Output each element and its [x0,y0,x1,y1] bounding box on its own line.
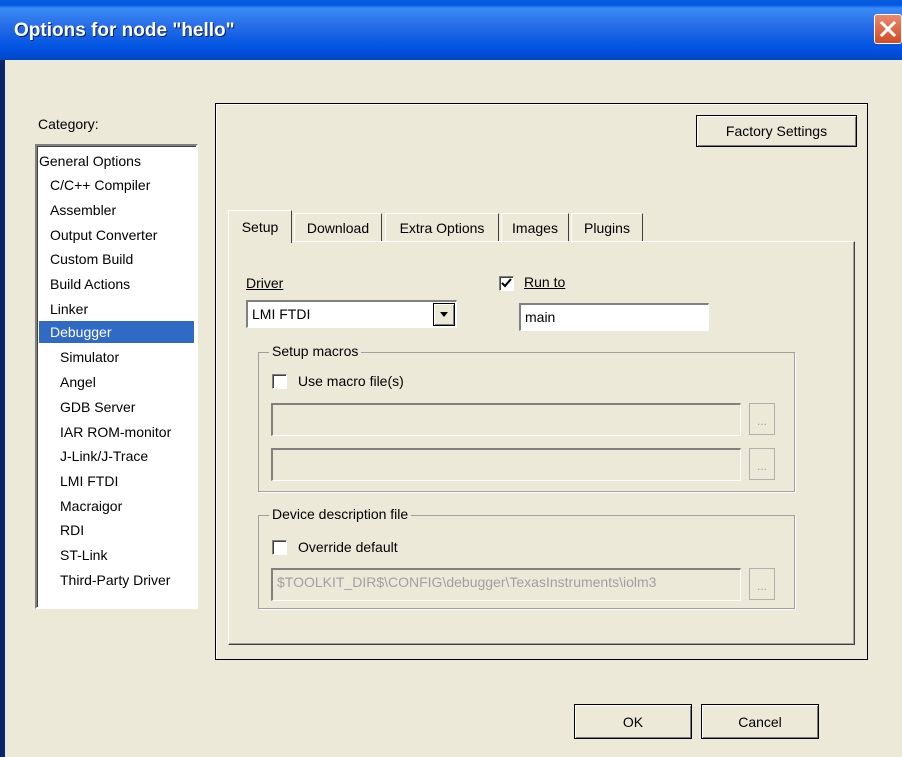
setup-macros-legend: Setup macros [269,343,362,359]
category-item-build-actions[interactable]: Build Actions [50,273,130,295]
category-item-linker[interactable]: Linker [50,298,88,320]
category-item-lmi-ftdi[interactable]: LMI FTDI [60,470,118,492]
driver-label: Driver [246,275,284,291]
override-default-label[interactable]: Override default [298,539,398,555]
driver-dropdown-button[interactable] [433,303,455,326]
category-item-iar-rom-monitor[interactable]: IAR ROM-monitor [60,421,171,443]
use-macro-label[interactable]: Use macro file(s) [298,373,404,389]
chevron-down-icon [440,312,448,317]
category-item-output-converter[interactable]: Output Converter [50,224,157,246]
category-item-rdi[interactable]: RDI [60,519,84,541]
macro-file-1-input[interactable] [271,403,741,436]
tab-extra-options[interactable]: Extra Options [385,213,499,241]
category-item-gdb-server[interactable]: GDB Server [60,396,135,418]
macro-file-2-input[interactable] [271,448,741,481]
tab-download[interactable]: Download [294,213,382,241]
ok-button[interactable]: OK [574,704,692,739]
device-description-input[interactable]: $TOOLKIT_DIR$\CONFIG\debugger\TexasInstr… [271,568,741,601]
checkmark-icon [501,278,512,288]
close-button[interactable] [874,14,902,44]
options-dialog: Options for node "hello" Category: Gener… [0,0,902,757]
tab-plugins[interactable]: Plugins [571,213,643,241]
category-item-c-compiler[interactable]: C/C++ Compiler [50,174,150,196]
close-icon [880,21,896,37]
category-item-third-party-driver[interactable]: Third-Party Driver [60,569,170,591]
category-item-debugger[interactable]: Debugger [39,321,194,343]
factory-settings-button[interactable]: Factory Settings [696,115,857,147]
use-macro-checkbox[interactable] [272,374,287,389]
category-item-st-link[interactable]: ST-Link [60,544,107,566]
category-item-j-link[interactable]: J-Link/J-Trace [60,445,148,467]
tab-images[interactable]: Images [501,213,569,241]
run-to-checkbox[interactable] [499,276,514,291]
override-default-checkbox[interactable] [272,540,287,555]
category-list[interactable]: General Options C/C++ Compiler Assembler… [35,144,198,609]
driver-select-value: LMI FTDI [252,306,311,322]
device-description-browse-button[interactable]: ... [749,568,775,600]
driver-select[interactable]: LMI FTDI [246,300,457,328]
category-item-simulator[interactable]: Simulator [60,346,119,368]
category-label: Category: [38,116,99,132]
category-item-general-options[interactable]: General Options [39,150,141,172]
tab-setup[interactable]: Setup [228,210,292,243]
title-bar[interactable]: Options for node "hello" [0,0,902,60]
category-item-assembler[interactable]: Assembler [50,199,116,221]
category-item-custom-build[interactable]: Custom Build [50,248,133,270]
device-description-legend: Device description file [269,506,412,522]
window-title: Options for node "hello" [14,20,235,41]
category-item-angel[interactable]: Angel [60,371,96,393]
cancel-button[interactable]: Cancel [701,704,819,739]
category-item-macraigor[interactable]: Macraigor [60,495,122,517]
run-to-input[interactable]: main [519,303,709,331]
run-to-label[interactable]: Run to [524,274,565,290]
macro-file-1-browse-button[interactable]: ... [749,403,775,435]
macro-file-2-browse-button[interactable]: ... [749,448,775,480]
